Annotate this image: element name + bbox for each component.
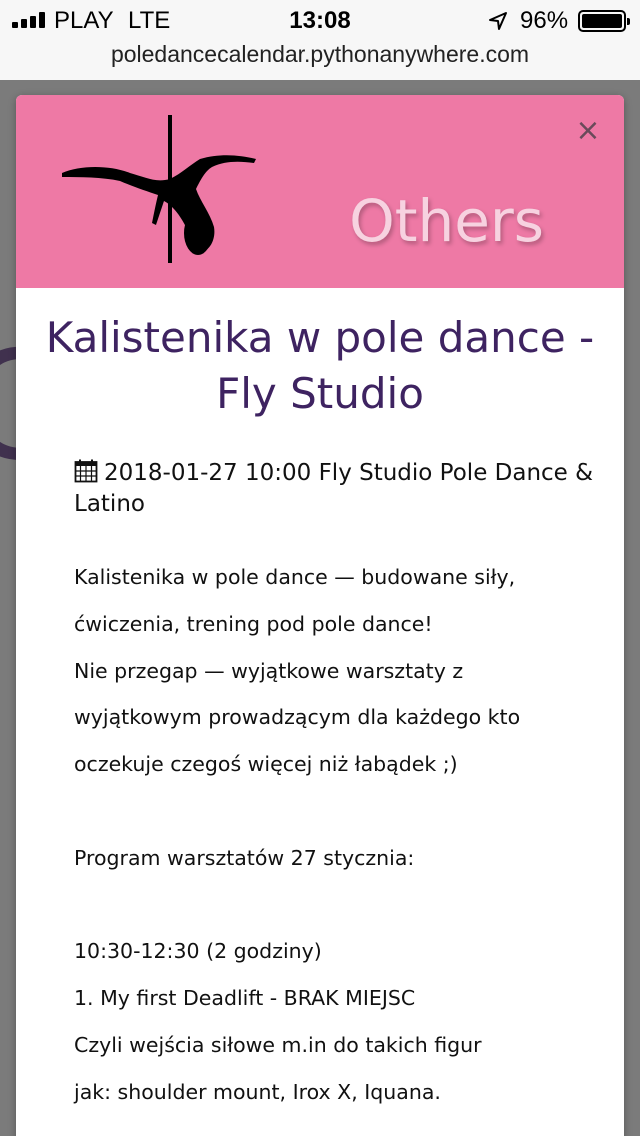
address-bar[interactable]: poledancecalendar.pythonanywhere.com xyxy=(0,40,640,80)
battery-percentage: 96% xyxy=(520,7,569,34)
battery-icon xyxy=(578,10,630,32)
event-title: Kalistenika w pole dance - Fly Studio xyxy=(45,313,595,418)
pole-dancer-logo xyxy=(62,115,256,263)
event-datetime-location: 2018-01-27 10:00 Fly Studio Pole Dance &… xyxy=(74,460,594,517)
event-meta: 2018-01-27 10:00 Fly Studio Pole Dance &… xyxy=(74,458,596,520)
modal-header: Others × xyxy=(16,95,624,288)
location-arrow-icon xyxy=(488,10,508,38)
event-category: Others xyxy=(349,187,544,255)
close-icon[interactable]: × xyxy=(574,116,602,146)
status-bar: PLAY LTE 13:08 96% xyxy=(0,0,640,40)
modal-body: Kalistenika w pole dance - Fly Studio 20… xyxy=(16,288,624,1116)
url-text: poledancecalendar.pythonanywhere.com xyxy=(110,41,530,67)
event-description: Kalistenika w pole dance — budowane siły… xyxy=(74,565,521,1104)
calendar-icon xyxy=(74,459,98,483)
event-modal: Others × Kalistenika w pole dance - Fly … xyxy=(16,95,624,1136)
